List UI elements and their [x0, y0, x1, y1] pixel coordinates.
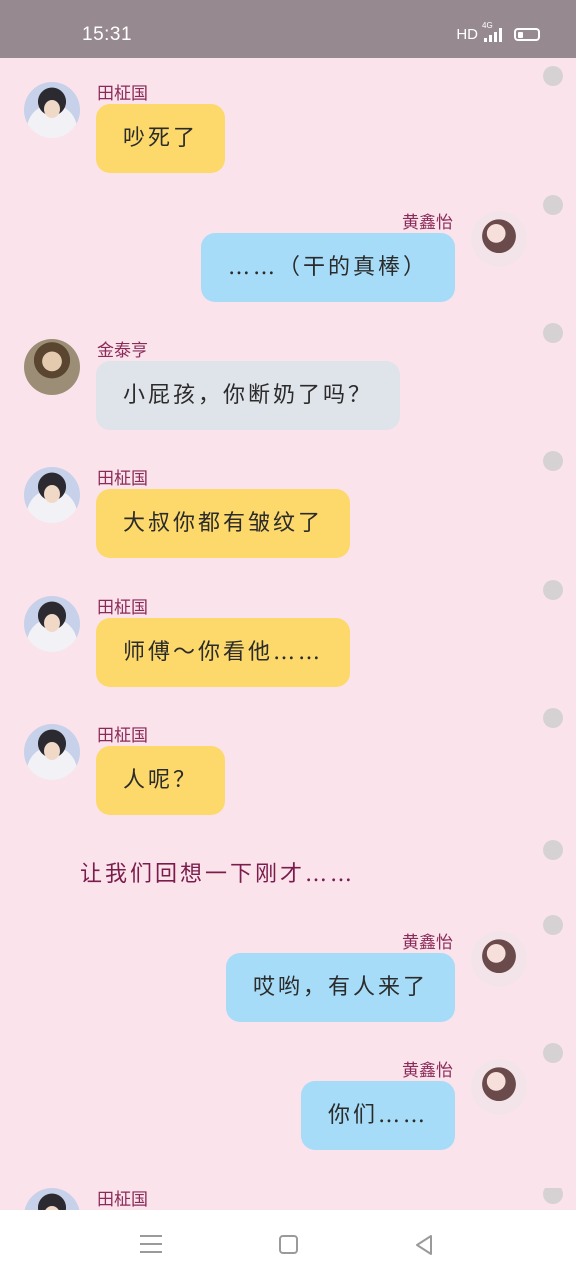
select-circle[interactable]	[543, 1043, 563, 1063]
sender-name: 黄鑫怡	[402, 1061, 453, 1081]
jungkook-avatar[interactable]	[24, 1188, 80, 1210]
jungkook-avatar[interactable]	[24, 724, 80, 780]
select-circle[interactable]	[543, 451, 563, 471]
narration-row: 让我们回想一下刚才……	[0, 840, 576, 896]
select-circle[interactable]	[543, 580, 563, 600]
narration-text[interactable]: 让我们回想一下刚才……	[80, 856, 355, 888]
select-circle[interactable]	[543, 66, 563, 86]
sender-name: 金泰亨	[97, 341, 148, 361]
sender-name: 田柾国	[97, 469, 148, 489]
sender-name: 黄鑫怡	[402, 933, 453, 953]
xinyi-avatar[interactable]	[471, 1059, 527, 1115]
sender-name: 黄鑫怡	[402, 213, 453, 233]
message-bubble[interactable]: ……（干的真棒）	[200, 233, 455, 302]
status-time: 15:31	[82, 24, 133, 45]
sender-name: 田柾国	[97, 84, 148, 104]
status-icons: HD 4G	[456, 21, 540, 43]
menu-icon[interactable]	[140, 1235, 162, 1253]
signal-icon: 4G	[482, 21, 502, 42]
sender-name: 田柾国	[97, 598, 148, 618]
jungkook-avatar[interactable]	[24, 596, 80, 652]
xinyi-avatar[interactable]	[471, 931, 527, 987]
message-bubble[interactable]: 师傅～你看他……	[96, 618, 351, 687]
navigation-bar	[0, 1210, 576, 1280]
jungkook-avatar[interactable]	[24, 467, 80, 523]
select-circle[interactable]	[543, 915, 563, 935]
select-circle[interactable]	[543, 708, 563, 728]
select-circle[interactable]	[543, 323, 563, 343]
taehyung-avatar[interactable]	[24, 339, 80, 395]
xinyi-avatar[interactable]	[471, 211, 527, 267]
message-bubble[interactable]: 哎哟，有人来了	[225, 953, 455, 1022]
message-bubble[interactable]: 人呢？	[96, 746, 226, 815]
select-circle[interactable]	[543, 1188, 563, 1204]
back-icon[interactable]	[414, 1234, 434, 1256]
hd-indicator: HD	[456, 26, 478, 43]
select-circle[interactable]	[543, 840, 563, 860]
jungkook-avatar[interactable]	[24, 82, 80, 138]
message-bubble[interactable]: 大叔你都有皱纹了	[96, 489, 351, 558]
message-bubble[interactable]: 吵死了	[96, 104, 226, 173]
message-bubble[interactable]: 小屁孩，你断奶了吗？	[96, 361, 401, 430]
sender-name: 田柾国	[97, 726, 148, 746]
battery-icon	[514, 28, 540, 41]
status-bar: 15:31 HD 4G	[0, 0, 576, 58]
message-bubble[interactable]: 你们……	[300, 1081, 455, 1150]
select-circle[interactable]	[543, 195, 563, 215]
sender-name: 田柾国	[97, 1190, 148, 1210]
chat-message: 田柾国	[0, 1188, 576, 1210]
home-icon[interactable]	[279, 1235, 298, 1254]
